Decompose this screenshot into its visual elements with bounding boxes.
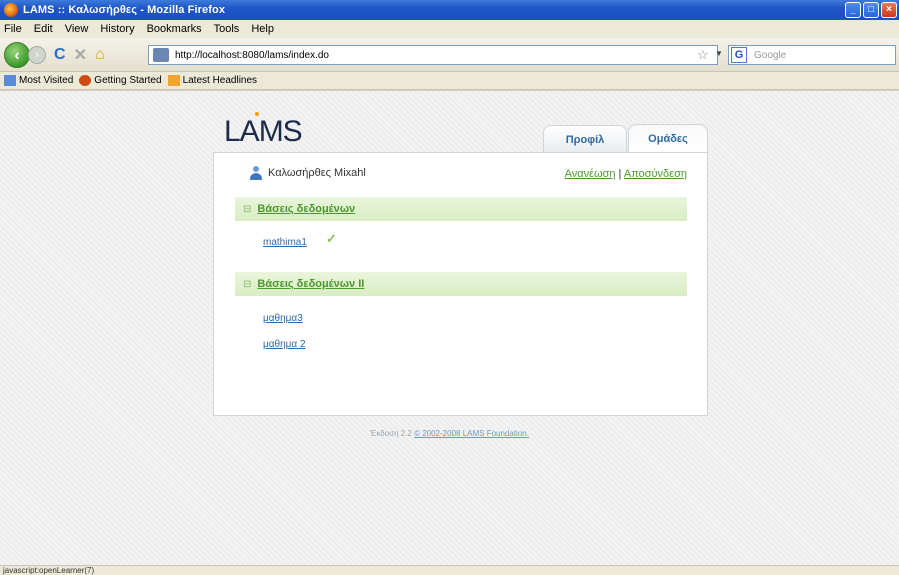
page-content: LAMS Προφίλ Ομάδες Καλωσήρθες Mixahl Ανα…	[0, 91, 899, 565]
forward-button[interactable]: ›	[28, 45, 46, 64]
bookmarks-toolbar: Most Visited Getting Started Latest Head…	[0, 72, 899, 90]
menu-edit[interactable]: Edit	[34, 23, 53, 35]
window-controls: _ □ ×	[845, 2, 897, 18]
window-title: LAMS :: Καλωσήρθες - Mozilla Firefox	[23, 4, 226, 16]
bookmark-latest-headlines[interactable]: Latest Headlines	[167, 75, 258, 86]
refresh-link[interactable]: Ανανέωση	[565, 168, 616, 180]
search-placeholder[interactable]: Google	[754, 50, 786, 61]
bookmark-label: Getting Started	[94, 75, 162, 86]
group-title[interactable]: Βάσεις δεδομένων II	[257, 278, 364, 290]
group-title[interactable]: Βάσεις δεδομένων	[257, 203, 355, 215]
menu-help[interactable]: Help	[251, 23, 274, 35]
maximize-button[interactable]: □	[863, 2, 879, 18]
menu-file[interactable]: File	[4, 23, 22, 35]
tab-groups[interactable]: Ομάδες	[628, 124, 708, 154]
course-link[interactable]: μαθημα 2	[263, 339, 306, 350]
lams-logo: LAMS	[224, 115, 303, 148]
home-icon[interactable]: ⌂	[95, 46, 105, 64]
window-titlebar: LAMS :: Καλωσήρθες - Mozilla Firefox _ □…	[0, 0, 899, 20]
bookmark-label: Latest Headlines	[182, 75, 258, 86]
close-button[interactable]: ×	[881, 2, 897, 18]
group-header[interactable]: ⊟ Βάσεις δεδομένων	[235, 197, 687, 221]
address-bar[interactable]: http://localhost:8080/lams/index.do	[148, 45, 718, 65]
checkmark-icon: ✓	[326, 231, 337, 246]
history-dropdown-icon[interactable]: ▼	[715, 49, 723, 58]
logo-accent-dot	[255, 112, 259, 116]
site-favicon-icon	[153, 48, 169, 62]
google-search-engine-icon[interactable]: G	[731, 47, 747, 63]
url-text[interactable]: http://localhost:8080/lams/index.do	[175, 50, 329, 61]
folder-icon	[4, 75, 16, 86]
firefox-bookmark-icon	[79, 75, 92, 86]
group-header[interactable]: ⊟ Βάσεις δεδομένων II	[235, 272, 687, 296]
navigation-toolbar: ‹ › C ✕ ⌂ http://localhost:8080/lams/ind…	[0, 38, 899, 72]
user-name: Καλωσήρθες Mixahl	[268, 167, 366, 179]
collapse-icon[interactable]: ⊟	[243, 279, 251, 290]
firefox-icon	[4, 3, 18, 17]
groups-panel: Καλωσήρθες Mixahl Ανανέωση | Αποσύνδεση …	[213, 152, 708, 416]
collapse-icon[interactable]: ⊟	[243, 204, 251, 215]
menu-bar: File Edit View History Bookmarks Tools H…	[0, 20, 899, 38]
status-bar: javascript:openLearner(7)	[0, 565, 899, 575]
reload-icon[interactable]: C	[54, 46, 66, 64]
menu-history[interactable]: History	[100, 23, 134, 35]
copyright-link[interactable]: © 2002-2008 LAMS Foundation.	[414, 429, 529, 438]
user-icon	[250, 166, 262, 180]
rss-feed-icon	[167, 75, 180, 86]
course-link[interactable]: μαθημα3	[263, 313, 303, 324]
bookmark-most-visited[interactable]: Most Visited	[4, 75, 73, 86]
user-row: Καλωσήρθες Mixahl	[250, 166, 366, 180]
bookmark-getting-started[interactable]: Getting Started	[79, 75, 162, 86]
tab-profile[interactable]: Προφίλ	[543, 125, 627, 154]
logout-link[interactable]: Αποσύνδεση	[624, 168, 687, 180]
search-bar[interactable]: G Google	[728, 45, 896, 65]
user-actions: Ανανέωση | Αποσύνδεση	[565, 168, 687, 180]
menu-view[interactable]: View	[65, 23, 89, 35]
bookmark-label: Most Visited	[19, 75, 74, 86]
stop-icon[interactable]: ✕	[74, 45, 87, 65]
bookmark-star-icon[interactable]: ☆	[697, 47, 709, 63]
menu-bookmarks[interactable]: Bookmarks	[147, 23, 202, 35]
menu-tools[interactable]: Tools	[214, 23, 240, 35]
version-text: Έκδοση 2.2	[370, 429, 412, 438]
minimize-button[interactable]: _	[845, 2, 861, 18]
back-button[interactable]: ‹	[4, 41, 30, 68]
actions-separator: |	[618, 168, 622, 180]
course-link[interactable]: mathima1	[263, 237, 307, 248]
page-footer: Έκδοση 2.2 © 2002-2008 LAMS Foundation.	[0, 429, 899, 438]
